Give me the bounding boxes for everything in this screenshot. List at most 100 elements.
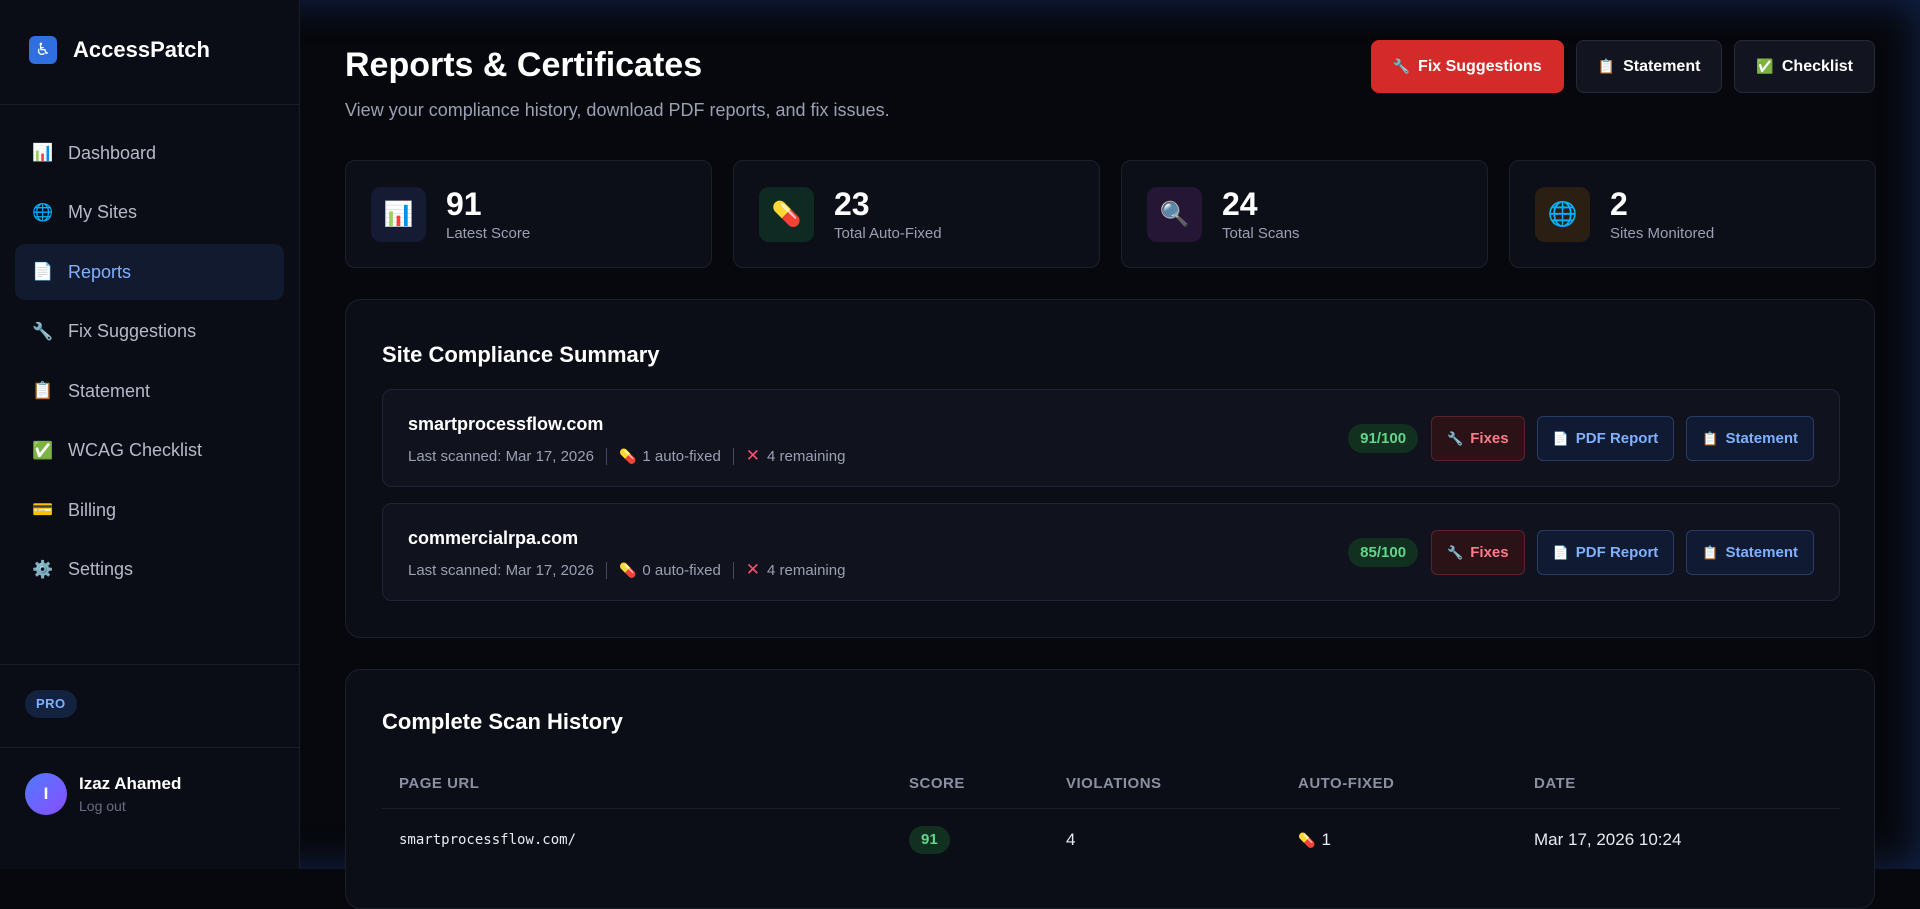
column-header[interactable]: SCORE (909, 775, 965, 792)
page-url: smartprocessflow.com/ (399, 832, 577, 848)
user-name: Izaz Ahamed (79, 774, 182, 793)
divider (605, 561, 607, 579)
scan-date: Mar 17, 2026 10:24 (1534, 830, 1682, 849)
site-domain: smartprocessflow.com (408, 414, 604, 434)
app-window: ♿ AccessPatch 📊 Dashboard 🌐 My Sites 📄 Report… (0, 0, 1920, 909)
sidebar-item-label: WCAG Checklist (68, 440, 203, 460)
site-row: commercialrpa.com Last scanned: Mar 17, 2… (382, 503, 1840, 601)
history-table-header: PAGE URL SCORE VIOLATIONS AUTO-FIXED DATE (382, 759, 1840, 809)
sidebar-item-my-sites[interactable]: 🌐 My Sites (15, 185, 284, 241)
stat-label: Total Scans (1222, 224, 1300, 242)
pdf-report-label: PDF Report (1575, 430, 1659, 447)
statement-button[interactable]: 📋 Statement (1575, 40, 1723, 93)
site-actions: 91/100 🔧 Fixes 📄 PDF Report 📋 Statement (1348, 416, 1814, 461)
wrench-icon: 🔧 (32, 321, 54, 341)
wheelchair-icon: ♿ (29, 36, 57, 64)
statement-label: Statement (1725, 544, 1798, 561)
sidebar-item-fix-suggestions[interactable]: 🔧 Fix Suggestions (15, 304, 284, 360)
stat-label: Total Auto-Fixed (834, 224, 942, 242)
site-domain: commercialrpa.com (408, 528, 579, 548)
statement-label: Statement (1725, 430, 1798, 447)
statement-button[interactable]: 📋 Statement (1686, 416, 1814, 461)
stat-card: 🔍 24 Total Scans (1121, 160, 1488, 268)
checkbox-icon: ✅ (1756, 58, 1774, 74)
fix-suggestions-button[interactable]: 🔧 Fix Suggestions (1370, 40, 1564, 93)
statement-button[interactable]: 📋 Statement (1686, 530, 1814, 575)
gear-icon: ⚙️ (32, 559, 54, 579)
sidebar-item-label: My Sites (68, 202, 138, 222)
document-icon: 📄 (32, 262, 54, 281)
pdf-report-label: PDF Report (1575, 544, 1659, 561)
sidebar-item-label: Billing (68, 499, 117, 520)
auto-fixed-count: 0 auto-fixed (642, 561, 721, 579)
site-row: smartprocessflow.com Last scanned: Mar 17… (382, 389, 1840, 487)
globe-icon: 🌐 (32, 202, 54, 222)
sidebar-item-dashboard[interactable]: 📊 Dashboard (15, 125, 284, 181)
plan-section: PRO (0, 664, 299, 748)
globe-icon: 🌐 (1535, 186, 1590, 242)
sidebar-item-label: Reports (68, 261, 132, 282)
fix-suggestions-label: Fix Suggestions (1418, 57, 1542, 75)
summary-title: Site Compliance Summary (382, 342, 660, 367)
table-row[interactable]: smartprocessflow.com/91 4 💊 1 Mar 17, 2026 1… (382, 810, 1840, 870)
main-content: Reports & Certificates View your complia… (345, 0, 1876, 909)
pdf-report-button[interactable]: 📄 PDF Report (1536, 416, 1675, 461)
sidebar-nav: 📊 Dashboard 🌐 My Sites 📄 Reports 🔧 Fix Suggesti… (0, 105, 299, 598)
stat-label: Latest Score (446, 224, 531, 242)
site-compliance-summary: Site Compliance Summary smartprocessflow… (345, 299, 1875, 638)
pill-icon: 💊 (618, 447, 637, 464)
sidebar-item-label: Statement (68, 380, 151, 401)
stat-value: 23 (834, 185, 870, 222)
stat-value: 2 (1610, 185, 1628, 222)
column-header[interactable]: DATE (1534, 775, 1576, 792)
sidebar: ♿ AccessPatch 📊 Dashboard 🌐 My Sites 📄 Report… (0, 0, 300, 869)
sidebar-item-statement[interactable]: 📋 Statement (15, 363, 284, 419)
checkbox-icon: ✅ (32, 440, 54, 460)
pill-icon: 💊 (618, 561, 637, 578)
column-header[interactable]: PAGE URL (399, 775, 479, 792)
stat-value: 91 (446, 185, 482, 222)
pill-icon: 💊 (759, 186, 814, 242)
user-profile: I Izaz Ahamed Log out (25, 773, 181, 815)
clipboard-icon: 📋 (32, 381, 54, 400)
sidebar-item-reports[interactable]: 📄 Reports (15, 244, 284, 300)
logout-link[interactable]: Log out (79, 798, 181, 814)
magnifier-icon: 🔍 (1147, 186, 1202, 242)
sidebar-item-label: Fix Suggestions (68, 321, 197, 341)
pdf-report-button[interactable]: 📄 PDF Report (1536, 530, 1675, 575)
column-header[interactable]: AUTO-FIXED (1298, 775, 1394, 792)
bar-chart-icon: 📊 (32, 143, 54, 162)
score-badge: 91 (909, 826, 950, 854)
stat-card: 🌐 2 Sites Monitored (1509, 160, 1876, 268)
checklist-button[interactable]: ✅ Checklist (1734, 40, 1875, 93)
page-subtitle: View your compliance history, download P… (345, 100, 890, 120)
fixes-button[interactable]: 🔧 Fixes (1431, 416, 1525, 461)
sidebar-item-settings[interactable]: ⚙️ Settings (15, 542, 284, 598)
clipboard-icon: 📋 (1597, 58, 1616, 74)
document-icon: 📄 (1552, 430, 1569, 446)
plan-badge: PRO (25, 690, 77, 718)
fixes-button[interactable]: 🔧 Fixes (1431, 530, 1525, 575)
last-scanned: Last scanned: Mar 17, 2026 (408, 561, 594, 579)
brand-name: AccessPatch (73, 37, 210, 62)
avatar[interactable]: I (25, 773, 67, 815)
sidebar-item-billing[interactable]: 💳 Billing (15, 482, 284, 538)
cross-icon: ✕ (745, 560, 761, 579)
sidebar-item-label: Settings (68, 559, 134, 579)
brand[interactable]: ♿ AccessPatch (0, 0, 299, 105)
bar-chart-icon: 📊 (371, 186, 426, 242)
header-actions: 🔧 Fix Suggestions 📋 Statement ✅ Checklis… (1370, 40, 1875, 93)
scan-history: Complete Scan History PAGE URL SCORE VIOLA… (345, 669, 1875, 909)
sidebar-item-wcag-checklist[interactable]: ✅ WCAG Checklist (15, 423, 284, 479)
stat-value: 24 (1222, 185, 1258, 222)
column-header[interactable]: VIOLATIONS (1066, 775, 1162, 792)
last-scanned: Last scanned: Mar 17, 2026 (408, 447, 594, 465)
auto-fixed-count: 1 auto-fixed (642, 447, 721, 465)
fixes-label: Fixes (1470, 544, 1509, 561)
clipboard-icon: 📋 (1702, 430, 1719, 446)
document-icon: 📄 (1552, 544, 1569, 560)
page-title: Reports & Certificates (345, 46, 703, 84)
stat-card: 📊 91 Latest Score (345, 160, 712, 268)
sidebar-item-label: Dashboard (68, 142, 157, 163)
violations-count: 4 (1066, 830, 1076, 849)
